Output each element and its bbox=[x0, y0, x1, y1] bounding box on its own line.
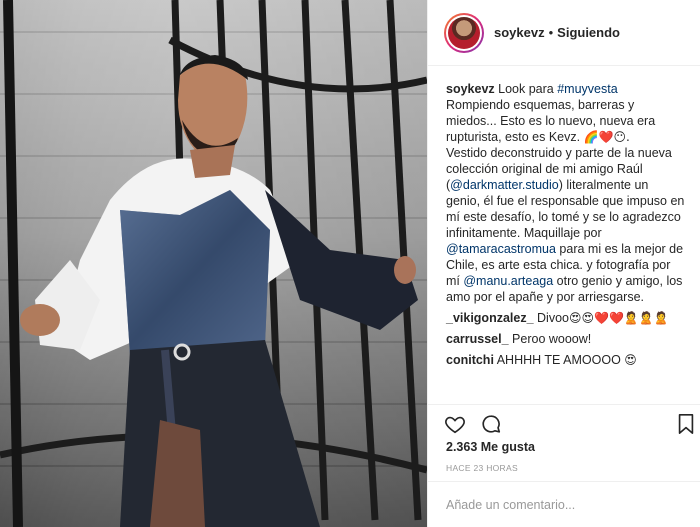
post-caption: soykevz Look para #muyvesta Rompiendo es… bbox=[446, 81, 685, 305]
comment-text: AHHHH TE AMOOOO bbox=[493, 353, 625, 367]
comment-emoji: 😍😍❤️❤️🙎🙎🙎 bbox=[568, 311, 669, 325]
comment-text: Divoo bbox=[533, 311, 569, 325]
comments-list[interactable]: soykevz Look para #muyvesta Rompiendo es… bbox=[428, 75, 700, 402]
comment-input[interactable] bbox=[446, 497, 683, 512]
list-item: carrussel_ Peroo wooow! bbox=[446, 331, 685, 347]
likes-count[interactable]: 2.363 Me gusta bbox=[446, 440, 535, 454]
header-username[interactable]: soykevz bbox=[494, 25, 545, 40]
header-separator: • bbox=[548, 25, 554, 40]
heart-outline-icon[interactable] bbox=[444, 413, 468, 437]
add-comment-bar bbox=[428, 481, 700, 527]
caption-emoji-1: 🌈❤️😶. bbox=[583, 130, 630, 144]
avatar[interactable] bbox=[444, 12, 484, 53]
avatar-image bbox=[448, 16, 480, 49]
list-item: _vikigonzalez_ Divoo😍😍❤️❤️🙎🙎🙎 bbox=[446, 310, 685, 326]
bookmark-icon[interactable] bbox=[676, 413, 700, 437]
comment-username[interactable]: _vikigonzalez_ bbox=[446, 311, 534, 325]
comment-text: Peroo wooow! bbox=[508, 332, 592, 346]
mention-tamaracastromua[interactable]: @tamaracastromua bbox=[446, 242, 556, 256]
comment-username[interactable]: carrussel_ bbox=[446, 332, 509, 346]
comment-username[interactable]: conitchi bbox=[446, 353, 494, 367]
action-bar bbox=[428, 404, 700, 444]
comment-emoji: 😍 bbox=[624, 353, 637, 367]
post-timestamp[interactable]: HACE 23 HORAS bbox=[446, 463, 518, 473]
list-item: conitchi AHHHH TE AMOOOO 😍 bbox=[446, 352, 685, 368]
comment-bubble-icon[interactable] bbox=[480, 413, 504, 437]
mention-manu-arteaga[interactable]: @manu.arteaga bbox=[463, 274, 553, 288]
caption-hashtag[interactable]: #muyvesta bbox=[557, 82, 617, 96]
caption-line-start: Look para bbox=[498, 82, 558, 96]
caption-username[interactable]: soykevz bbox=[446, 82, 495, 96]
post-side-panel: soykevz • Siguiendo soykevz Look para #m… bbox=[427, 0, 700, 527]
photo-illustration bbox=[0, 0, 427, 527]
following-button[interactable]: Siguiendo bbox=[557, 25, 620, 40]
mention-darkmatter[interactable]: @darkmatter.studio bbox=[450, 178, 559, 192]
post-header: soykevz • Siguiendo bbox=[428, 0, 700, 66]
post-photo[interactable] bbox=[0, 0, 427, 527]
